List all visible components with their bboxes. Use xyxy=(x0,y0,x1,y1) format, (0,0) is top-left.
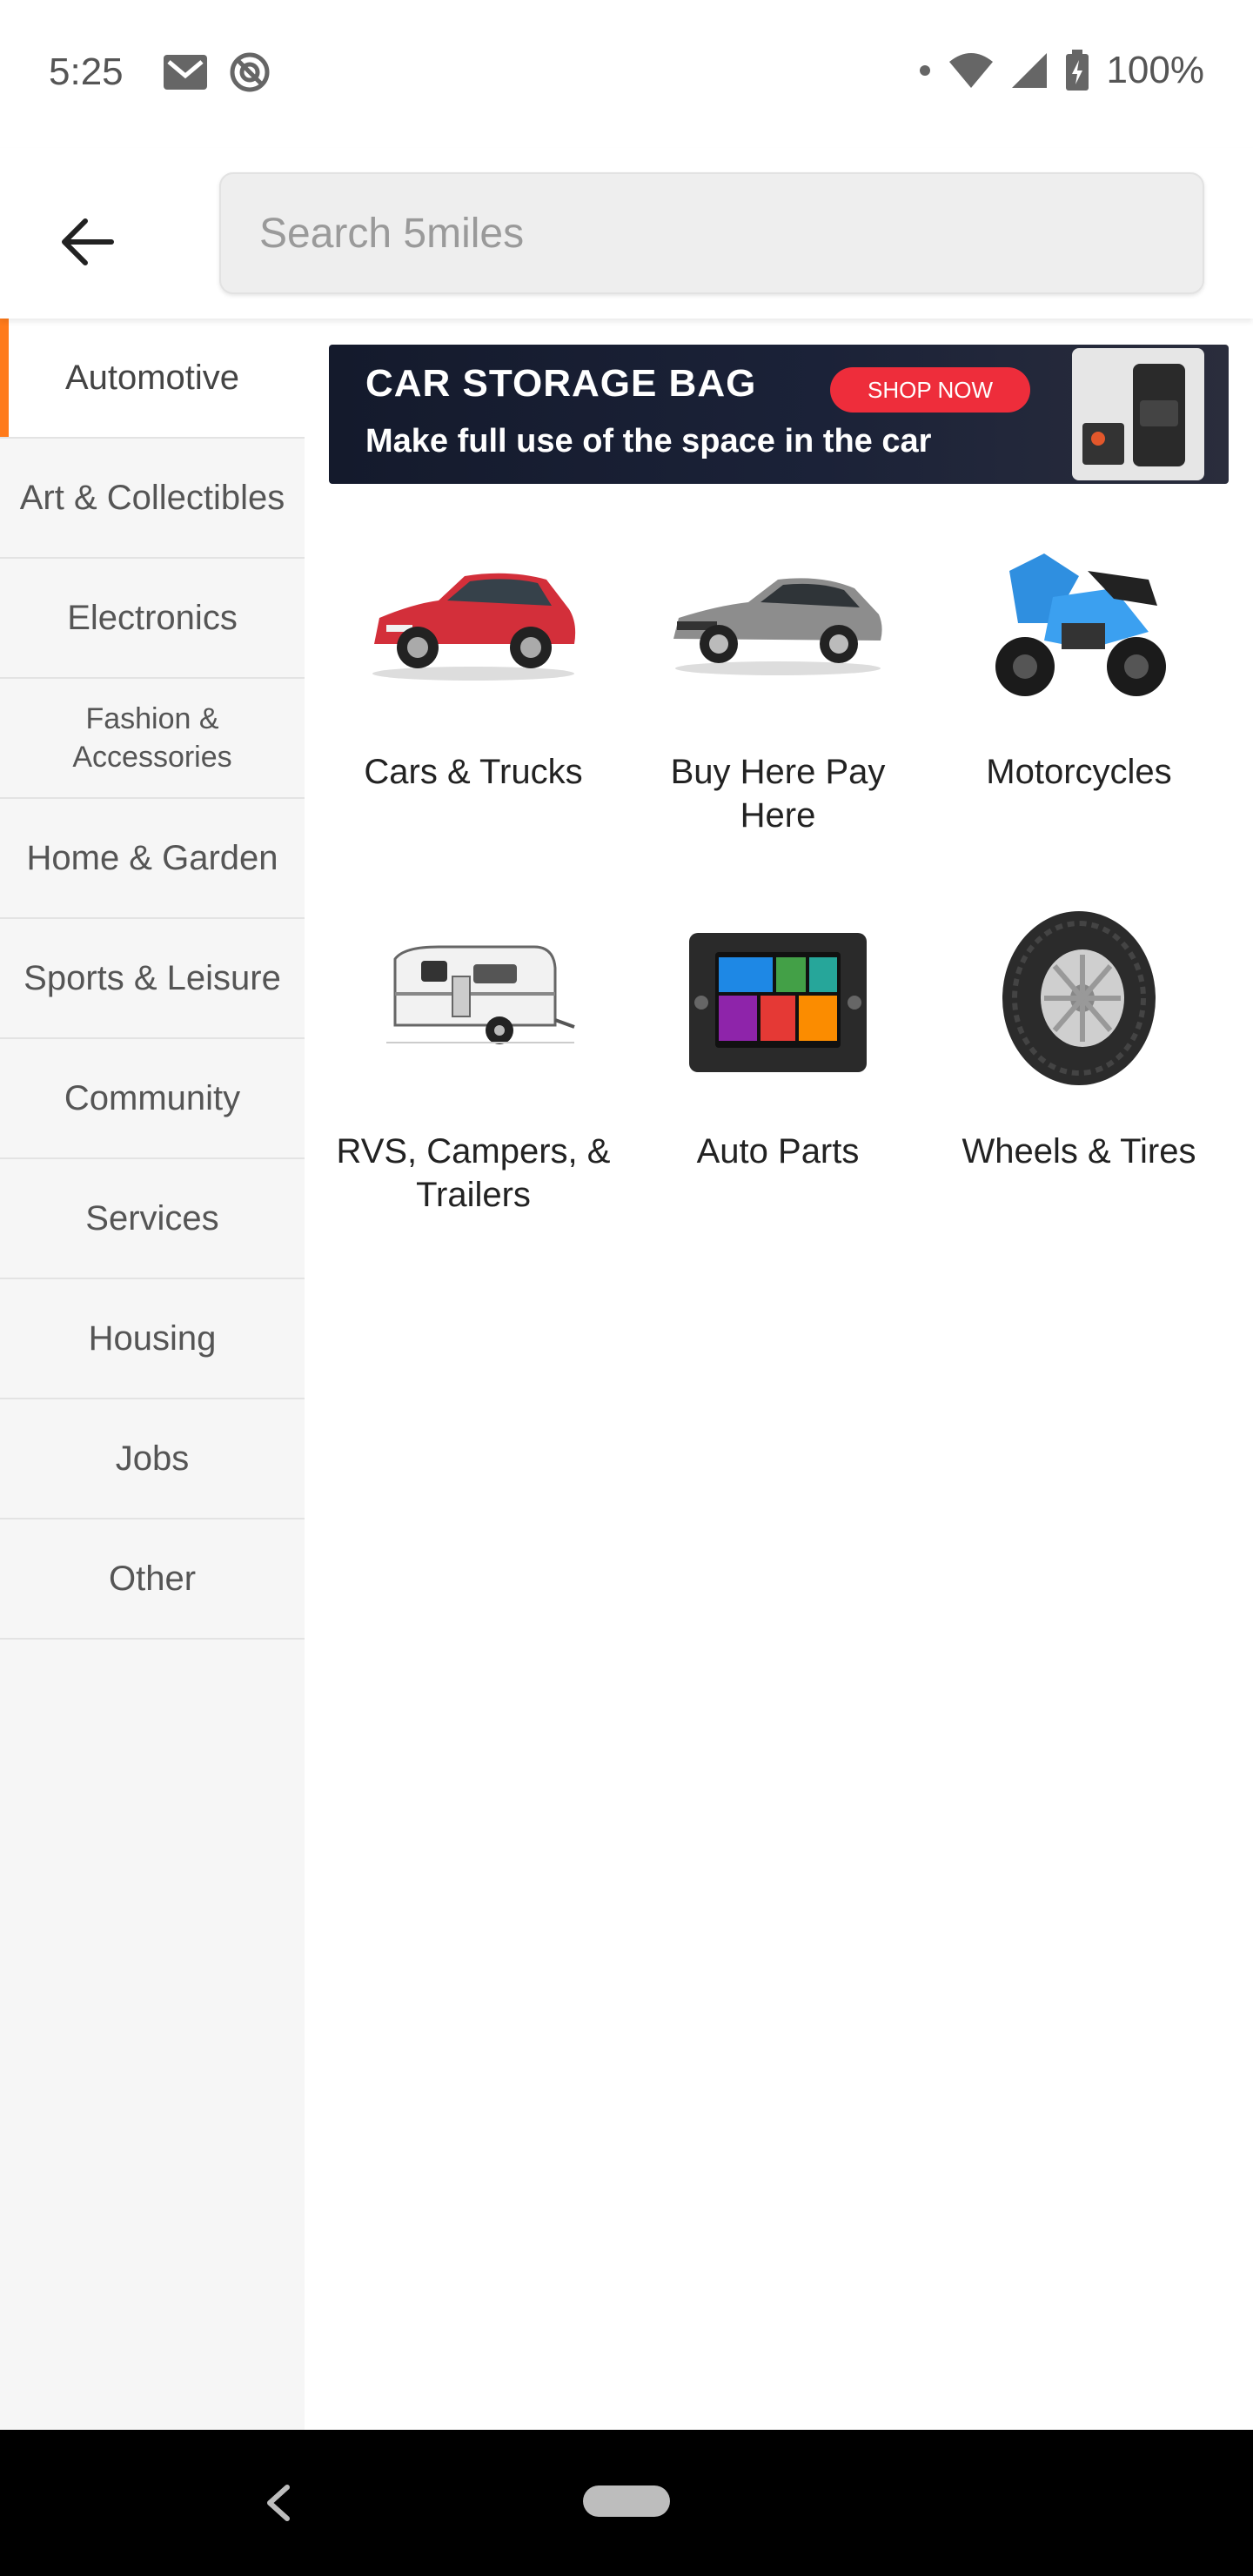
subcategory-buy-here-pay-here[interactable]: Buy Here Pay Here xyxy=(628,519,928,837)
sidebar-item-community[interactable]: Community xyxy=(0,1039,305,1159)
tire-icon xyxy=(929,898,1229,1098)
sidebar-item-fashion-accessories[interactable]: Fashion & Accessories xyxy=(0,679,305,799)
sidebar-item-housing[interactable]: Housing xyxy=(0,1279,305,1399)
camper-icon xyxy=(324,898,623,1098)
sync-icon xyxy=(230,52,270,92)
sidebar-item-label: Electronics xyxy=(67,598,238,637)
subcategory-label: RVS, Campers, & Trailers xyxy=(336,1132,611,1214)
sidebar-item-label: Art & Collectibles xyxy=(19,478,285,517)
sidebar-item-label: Other xyxy=(108,1559,197,1598)
sidebar-item-label: Jobs xyxy=(115,1439,190,1478)
sidebar-item-label: Community xyxy=(64,1078,241,1117)
wifi-icon xyxy=(949,53,994,88)
motorcycle-icon xyxy=(929,519,1229,719)
subcategory-wheels-tires[interactable]: Wheels & Tires xyxy=(929,898,1229,1173)
system-nav-bar xyxy=(0,2430,1253,2576)
sidebar-item-label: Fashion & Accessories xyxy=(72,702,232,774)
back-button[interactable] xyxy=(45,200,129,284)
subcategory-rvs-campers-trailers[interactable]: RVS, Campers, & Trailers xyxy=(324,898,623,1217)
notification-icons xyxy=(162,50,271,94)
status-time: 5:25 xyxy=(49,50,124,93)
sidebar-item-electronics[interactable]: Electronics xyxy=(0,559,305,679)
sidebar-item-services[interactable]: Services xyxy=(0,1159,305,1279)
storage-bag-image xyxy=(1072,348,1204,480)
header xyxy=(0,148,1253,319)
arrow-back-icon xyxy=(62,218,114,265)
sidebar-item-other[interactable]: Other xyxy=(0,1519,305,1640)
promo-banner[interactable]: CAR STORAGE BAG Make full use of the spa… xyxy=(329,345,1229,484)
nav-back-icon[interactable] xyxy=(252,2475,305,2531)
battery-percent: 100% xyxy=(1106,49,1204,91)
category-sidebar: Automotive Art & Collectibles Electronic… xyxy=(0,319,305,2430)
system-status: 100% xyxy=(918,49,1204,92)
car-icon xyxy=(324,519,623,719)
banner-subtitle: Make full use of the space in the car xyxy=(365,423,932,460)
subcategory-cars-trucks[interactable]: Cars & Trucks xyxy=(324,519,623,794)
status-bar: 5:25 100% xyxy=(0,0,1253,148)
category-content: CAR STORAGE BAG Make full use of the spa… xyxy=(305,319,1253,2430)
sidebar-item-automotive[interactable]: Automotive xyxy=(0,319,305,439)
nav-home-pill[interactable] xyxy=(583,2485,670,2517)
battery-icon xyxy=(1066,50,1089,91)
sidebar-item-jobs[interactable]: Jobs xyxy=(0,1399,305,1519)
subcategory-motorcycles[interactable]: Motorcycles xyxy=(929,519,1229,794)
subcategory-label: Buy Here Pay Here xyxy=(670,753,886,835)
sidebar-item-label: Automotive xyxy=(64,358,240,397)
car-stereo-icon xyxy=(628,898,928,1098)
sedan-icon xyxy=(628,519,928,719)
subcategory-label: Cars & Trucks xyxy=(364,753,583,791)
signal-icon xyxy=(1012,53,1048,88)
subcategory-label: Wheels & Tires xyxy=(962,1132,1196,1171)
sidebar-item-sports-leisure[interactable]: Sports & Leisure xyxy=(0,919,305,1039)
sidebar-item-label: Sports & Leisure xyxy=(23,958,281,997)
gmail-icon xyxy=(164,55,207,90)
sidebar-item-home-garden[interactable]: Home & Garden xyxy=(0,799,305,919)
sidebar-item-label: Home & Garden xyxy=(26,838,278,877)
subcategory-label: Auto Parts xyxy=(696,1132,860,1171)
dot-icon xyxy=(920,65,931,76)
sidebar-item-label: Housing xyxy=(88,1318,217,1358)
subcategory-auto-parts[interactable]: Auto Parts xyxy=(628,898,928,1173)
banner-title: CAR STORAGE BAG xyxy=(365,362,757,405)
sidebar-item-art-collectibles[interactable]: Art & Collectibles xyxy=(0,439,305,559)
search-input[interactable] xyxy=(258,208,1203,258)
sidebar-item-label: Services xyxy=(85,1198,219,1238)
subcategory-label: Motorcycles xyxy=(986,753,1172,791)
shop-now-button[interactable]: SHOP NOW xyxy=(830,367,1030,413)
search-bar[interactable] xyxy=(219,172,1204,294)
